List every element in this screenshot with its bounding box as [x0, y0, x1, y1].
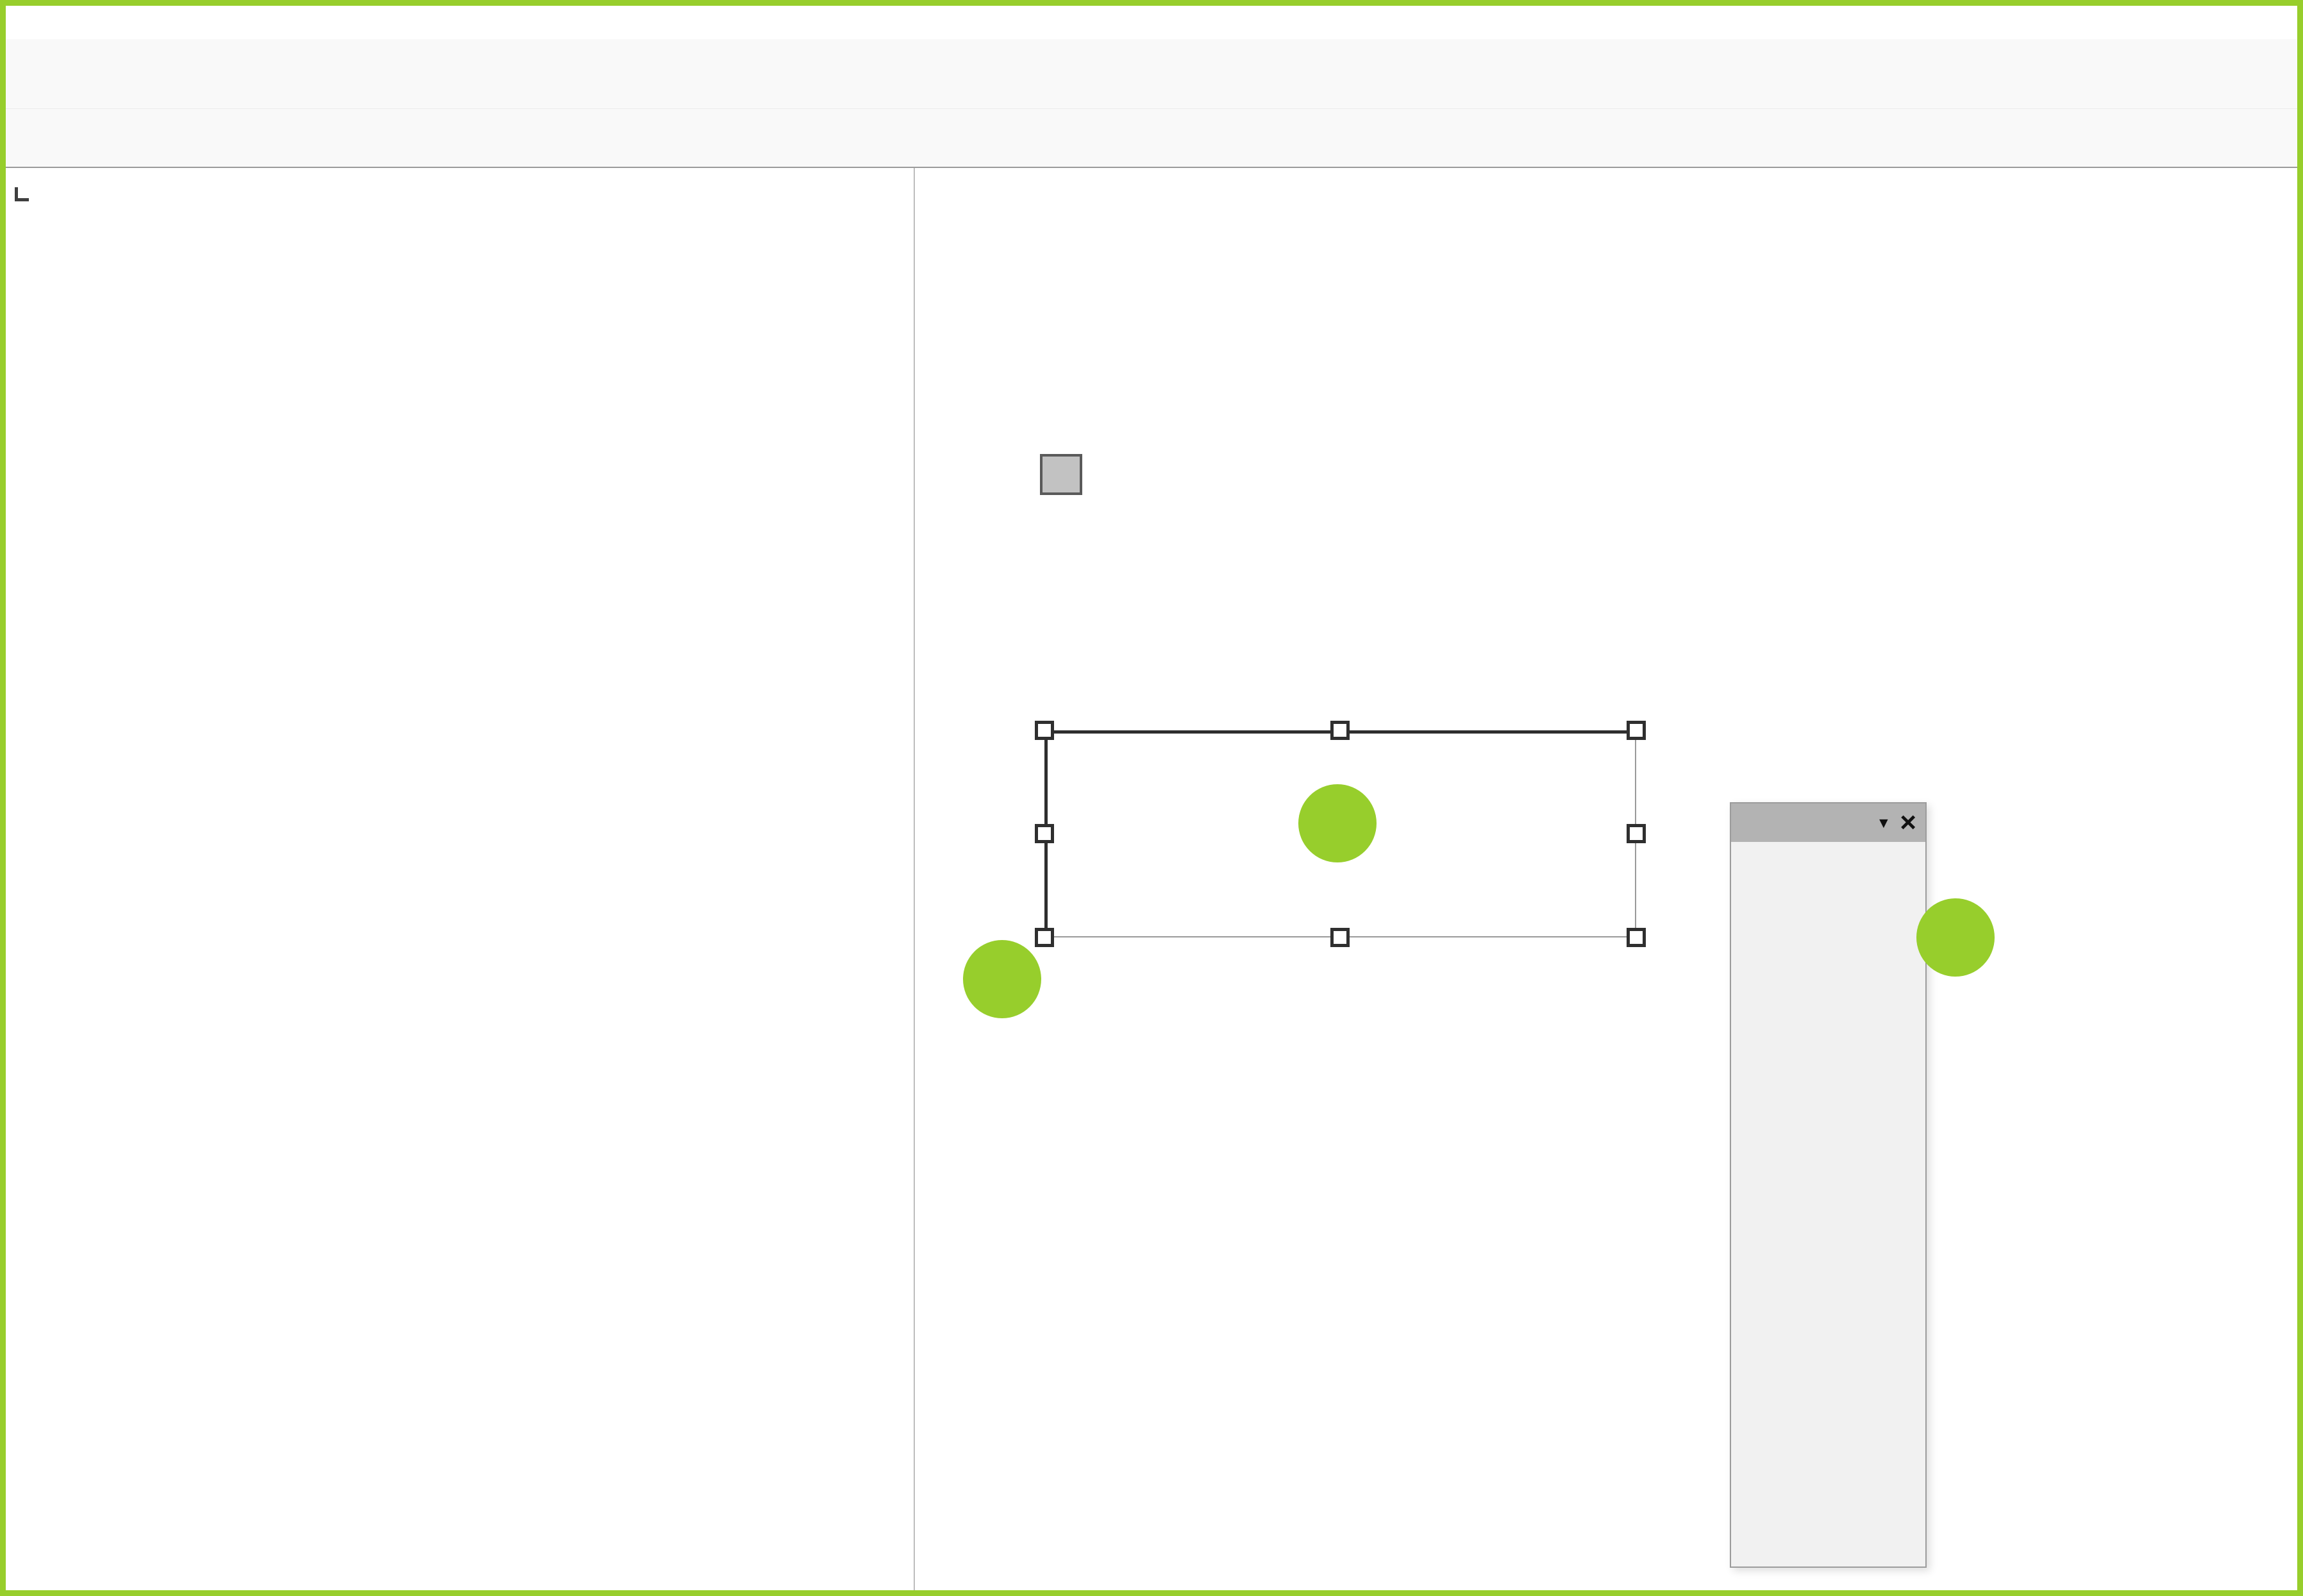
callout-1: [1916, 898, 1995, 977]
resize-handle-top-middle[interactable]: [1330, 721, 1350, 740]
toolbar-menu-icon[interactable]: ▼: [1877, 814, 1891, 832]
anchor-icon: [1040, 454, 1082, 495]
resize-handle-middle-right[interactable]: [1627, 824, 1646, 843]
close-icon[interactable]: ×: [1900, 811, 1916, 834]
resize-handle-bottom-left[interactable]: [1035, 928, 1054, 947]
document-pane: [914, 168, 2297, 1590]
work-area: [6, 168, 2297, 1590]
standard-toolbar: [6, 39, 2297, 109]
menu-bar: [6, 6, 2297, 39]
formatting-toolbar: [6, 109, 2297, 168]
tab-stop-selector[interactable]: [15, 187, 29, 201]
resize-handle-bottom-middle[interactable]: [1330, 928, 1350, 947]
resize-handle-middle-left[interactable]: [1035, 824, 1054, 843]
resize-handle-top-right[interactable]: [1627, 721, 1646, 740]
document-page[interactable]: [915, 209, 2297, 1589]
form-controls-toolbar: ▼ ×: [1730, 802, 1927, 1568]
resize-handle-top-left[interactable]: [1035, 721, 1054, 740]
resize-handle-bottom-right[interactable]: [1627, 928, 1646, 947]
application-window: ▼ ×: [0, 0, 2303, 1596]
form-controls-grid: [1731, 842, 1925, 848]
form-controls-titlebar[interactable]: ▼ ×: [1731, 803, 1925, 842]
horizontal-ruler[interactable]: [915, 183, 2297, 209]
callout-3: [963, 940, 1041, 1018]
callout-2: [1298, 784, 1377, 862]
